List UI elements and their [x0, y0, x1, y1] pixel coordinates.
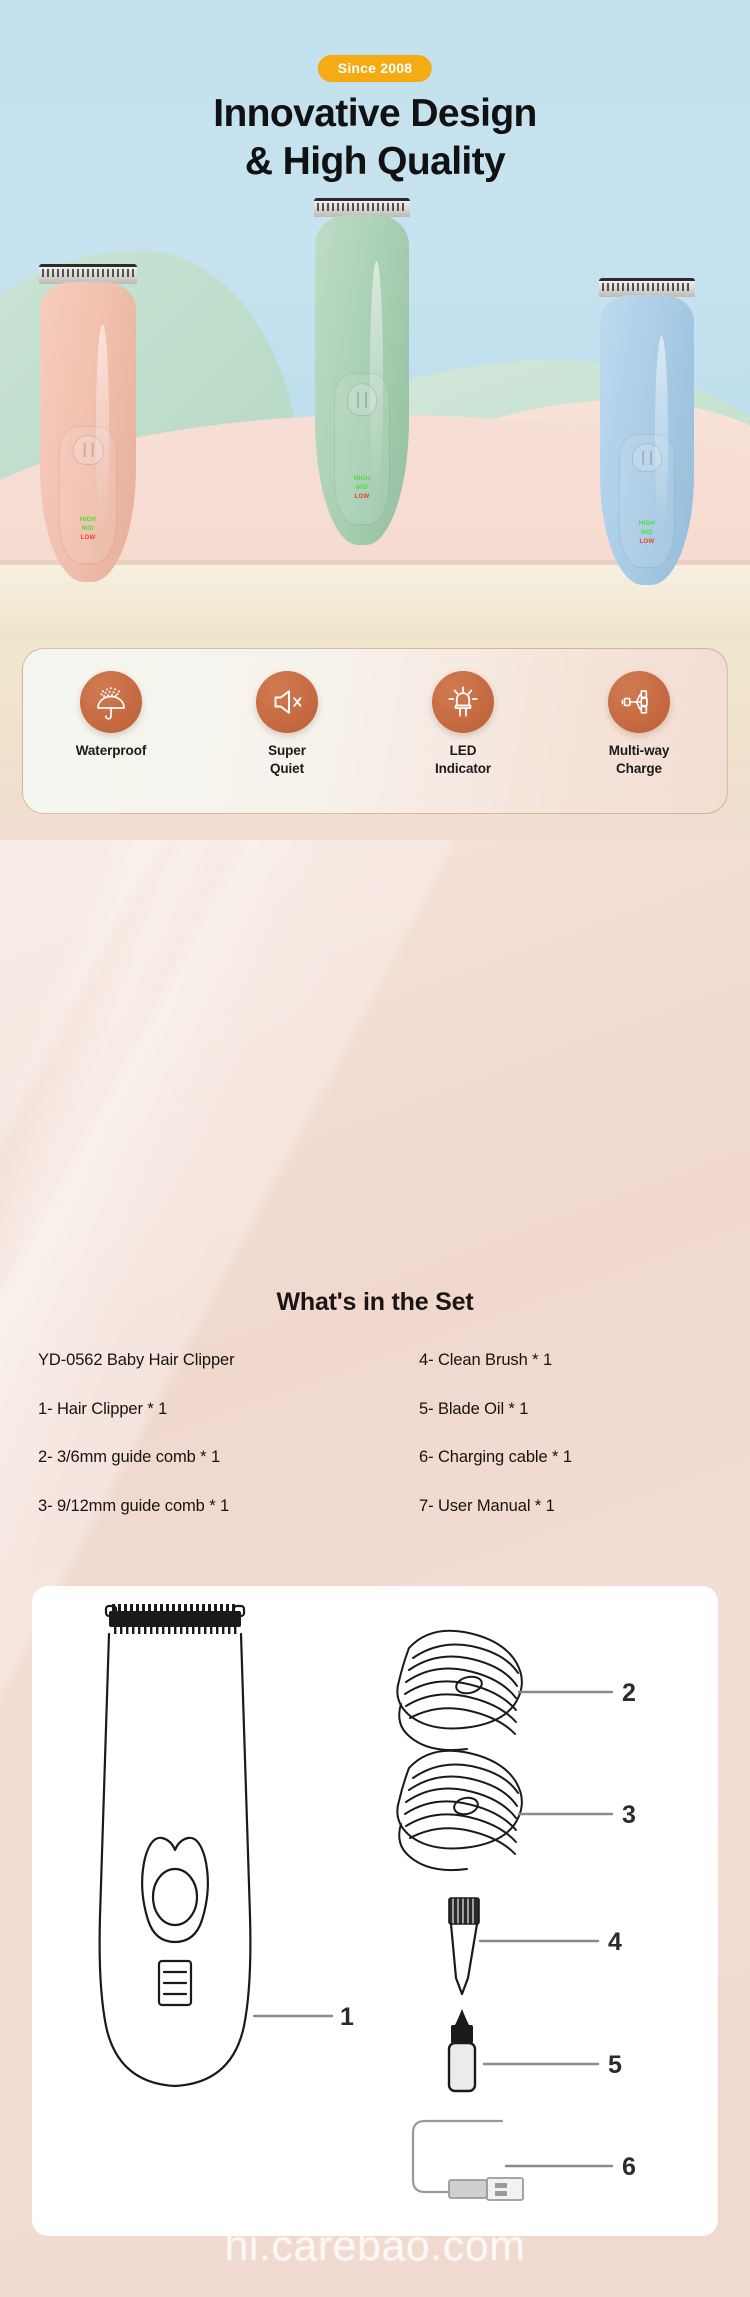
diagram-part-clean-brush [448, 1897, 480, 1996]
callout-number: 1 [340, 2003, 354, 2031]
feature-led-indicator: LED Indicator [388, 671, 538, 778]
site-watermark: hi.carebao.com [224, 2222, 526, 2270]
led-high-label: HIGH [638, 521, 656, 528]
diagram-part-charging-cable [411, 2119, 524, 2201]
diagram-part-guide-comb-2 [396, 1749, 523, 1872]
set-list-left: YD-0562 Baby Hair Clipper 1- Hair Clippe… [0, 1352, 375, 1542]
led-mid-label: MID [82, 526, 94, 532]
clipper-control-panel [618, 434, 676, 568]
led-low-label: LOW [639, 539, 655, 546]
callout-number: 6 [622, 2153, 636, 2181]
feature-super-quiet: Super Quiet [212, 671, 362, 778]
since-badge: Since 2008 [317, 55, 433, 82]
led-mid-label: MID [641, 530, 653, 537]
clipper-led-indicators: HIGH MID LOW [315, 475, 409, 502]
hero-title-line-1: Innovative Design [213, 92, 537, 135]
product-green-clipper: HIGH MID LOW [314, 198, 410, 545]
clipper-led-indicators: HIGH MID LOW [40, 516, 136, 543]
diagram-part-guide-comb-1 [396, 1629, 523, 1752]
callout-number: 2 [622, 1679, 636, 1707]
list-item: 6- Charging cable * 1 [419, 1448, 572, 1466]
parts-diagram: 1 2 3 4 5 6 [98, 1604, 636, 2201]
clipper-power-button [632, 443, 662, 472]
multi-plug-icon [608, 671, 670, 733]
callout-number: 5 [608, 2051, 622, 2079]
diagram-part-clipper [98, 1604, 252, 2088]
clipper-control-panel [59, 426, 117, 564]
led-mid-label: MID [356, 485, 368, 492]
list-item: YD-0562 Baby Hair Clipper [38, 1351, 235, 1369]
led-low-label: LOW [354, 494, 370, 501]
feature-label-line-1: Multi-way [608, 743, 670, 758]
clipper-control-panel [333, 373, 391, 526]
feature-label-line-2: Indicator [434, 760, 492, 776]
diagram-part-blade-oil [447, 2009, 477, 2093]
feature-highlights-card: Waterproof Super Quiet LED Indicator Mul… [22, 648, 728, 814]
led-low-label: LOW [80, 535, 96, 541]
parts-diagram-card: 1 2 3 4 5 6 [32, 1586, 718, 2236]
set-section-title: What's in the Set [276, 1288, 474, 1316]
page-title: Innovative Design & High Quality [0, 90, 750, 185]
list-item: 4- Clean Brush * 1 [419, 1351, 553, 1369]
list-item: 1- Hair Clipper * 1 [38, 1399, 168, 1418]
hero-title-line-2: & High Quality [244, 139, 506, 183]
clipper-blade-icon [39, 264, 137, 284]
hero-banner: HIGH MID LOW HIGH MID LOW HIGH MID LOW S… [0, 0, 750, 640]
feature-multi-way-charge: Multi-way Charge [564, 671, 714, 778]
list-item: 2- 3/6mm guide comb * 1 [38, 1448, 221, 1466]
set-contents-lists: YD-0562 Baby Hair Clipper 1- Hair Clippe… [0, 1352, 750, 1542]
feature-label-line-1: Waterproof [75, 743, 147, 758]
list-item: 5- Blade Oil * 1 [419, 1399, 529, 1418]
umbrella-rain-icon [80, 671, 142, 733]
list-item: 3- 9/12mm guide comb * 1 [38, 1496, 230, 1515]
feature-label-line-1: Super [268, 743, 306, 758]
set-list-right: 4- Clean Brush * 1 5- Blade Oil * 1 6- C… [375, 1352, 750, 1542]
feature-label: LED Indicator [435, 742, 491, 778]
feature-waterproof: Waterproof [36, 671, 186, 760]
feature-label-line-1: LED [449, 743, 477, 758]
led-high-label: HIGH [353, 476, 371, 483]
clipper-power-button [347, 383, 377, 417]
clipper-body: HIGH MID LOW [315, 215, 409, 545]
clipper-led-indicators: HIGH MID LOW [600, 520, 694, 547]
feature-label-line-2: Quiet [269, 760, 304, 776]
list-item: 7- User Manual * 1 [419, 1496, 555, 1515]
feature-label-line-2: Charge [616, 760, 662, 776]
speaker-muted-icon [256, 671, 318, 733]
callout-number: 3 [622, 1801, 636, 1829]
product-blue-clipper: HIGH MID LOW [599, 278, 695, 585]
product-pink-clipper: HIGH MID LOW [39, 264, 137, 582]
clipper-power-button [72, 435, 104, 466]
feature-label: Waterproof [76, 742, 147, 760]
callout-number: 4 [608, 1928, 622, 1956]
feature-label: Super Quiet [268, 742, 306, 778]
feature-label: Multi-way Charge [609, 742, 670, 778]
clipper-body: HIGH MID LOW [600, 295, 694, 585]
clipper-body: HIGH MID LOW [40, 282, 136, 582]
led-high-label: HIGH [79, 517, 97, 523]
led-bulb-icon [432, 671, 494, 733]
